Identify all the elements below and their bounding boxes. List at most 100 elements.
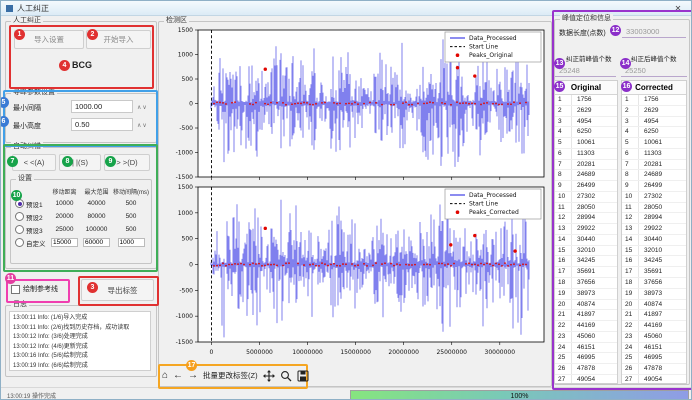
table-row[interactable]: 1735691 [555, 267, 617, 278]
table-row[interactable]: 2546995 [555, 353, 617, 364]
table-row[interactable]: 2749054 [555, 375, 617, 384]
table-row[interactable]: 510061 [622, 138, 686, 149]
table-row[interactable]: 1027302 [555, 192, 617, 203]
table-row[interactable]: 1837656 [622, 278, 686, 289]
table-row[interactable]: 46250 [555, 127, 617, 138]
table-row[interactable]: 611303 [622, 149, 686, 160]
table-row[interactable]: 2141897 [622, 310, 686, 321]
table-row[interactable]: 34954 [622, 117, 686, 128]
table-row[interactable]: 1228994 [555, 213, 617, 224]
signal-chart-bottom[interactable]: -1500-1000-50005001000150005000000100000… [161, 184, 547, 362]
table-row[interactable]: 1735691 [622, 267, 686, 278]
table-row[interactable]: 1532010 [622, 246, 686, 257]
min-height-input[interactable] [71, 118, 133, 131]
table-row[interactable]: 926499 [555, 181, 617, 192]
row-index: 2 [555, 106, 572, 116]
table-row[interactable]: 2244169 [555, 321, 617, 332]
row-value: 45060 [572, 332, 617, 342]
table-row[interactable]: 2749054 [622, 375, 686, 384]
table-row[interactable]: 1938973 [555, 289, 617, 300]
min-interval-input[interactable] [71, 100, 133, 113]
table-row[interactable]: 1329922 [555, 224, 617, 235]
move-left-button[interactable]: < <(A) [12, 154, 56, 171]
table-row[interactable]: 926499 [622, 181, 686, 192]
table-row[interactable]: 2446151 [622, 343, 686, 354]
spin-down-icon[interactable]: ∨ [142, 123, 147, 129]
log-entry: 13:00:12 Info: (3/6)处理完成 [13, 333, 147, 343]
custom-move-input[interactable] [51, 238, 78, 247]
table-row[interactable]: 2345060 [555, 332, 617, 343]
table-row[interactable]: 2040874 [555, 300, 617, 311]
close-icon[interactable]: ✕ [670, 4, 686, 13]
table-row[interactable]: 720281 [555, 160, 617, 171]
table-row[interactable]: 34954 [555, 117, 617, 128]
table-row[interactable]: 1430440 [555, 235, 617, 246]
table-row[interactable]: 720281 [622, 160, 686, 171]
table-row[interactable]: 46250 [622, 127, 686, 138]
table-row[interactable]: 1634245 [555, 256, 617, 267]
table-row[interactable]: 824689 [555, 170, 617, 181]
row-value: 37656 [572, 278, 617, 288]
log-output[interactable]: 13:00:11 Info: (1/6)导入完成13:00:11 Info: (… [9, 311, 151, 371]
signal-chart-top[interactable]: -1500-1000-500050010001500Data_Processed… [161, 25, 547, 183]
save-icon[interactable] [297, 370, 309, 382]
custom-range-input[interactable] [83, 238, 110, 247]
table-row[interactable]: 2345060 [622, 332, 686, 343]
table-row[interactable]: 2141897 [555, 310, 617, 321]
peaks-table-original[interactable]: Original 1175622629349544625051006161130… [554, 80, 618, 384]
table-row[interactable]: 1128050 [555, 203, 617, 214]
row-index: 17 [622, 267, 639, 277]
table-row[interactable]: 2040874 [622, 300, 686, 311]
peaks-table-corrected[interactable]: Corrected 117562262934954462505100616113… [621, 80, 687, 384]
preset-2-radio[interactable] [15, 212, 24, 221]
table-row[interactable]: 611303 [555, 149, 617, 160]
svg-text:25000000: 25000000 [436, 349, 467, 356]
table-row[interactable]: 1634245 [622, 256, 686, 267]
table-row[interactable]: 510061 [555, 138, 617, 149]
checkbox-icon[interactable] [11, 285, 20, 294]
table-row[interactable]: 1837656 [555, 278, 617, 289]
table-row[interactable]: 22629 [555, 106, 617, 117]
reference-line-checkbox[interactable]: 绘制参考线 [11, 284, 58, 294]
table-row[interactable]: 2546995 [622, 353, 686, 364]
custom-radio[interactable] [15, 238, 24, 247]
batch-edit-labels-button[interactable]: 批量更改标签(Z) [203, 370, 258, 381]
table-row[interactable]: 11756 [555, 95, 617, 106]
min-height-spinner[interactable]: ∧∨ [137, 122, 148, 129]
pan-icon[interactable] [263, 370, 275, 382]
table-row[interactable]: 1027302 [622, 192, 686, 203]
table-row[interactable]: 1228994 [622, 213, 686, 224]
row-index: 21 [622, 310, 639, 320]
svg-text:10000000: 10000000 [292, 349, 323, 356]
signal-type-label: BCG [72, 60, 92, 70]
table-row[interactable]: 824689 [622, 170, 686, 181]
table-row[interactable]: 2446151 [555, 343, 617, 354]
home-icon[interactable]: ⌂ [162, 367, 168, 384]
table-row[interactable]: 1430440 [622, 235, 686, 246]
row-index: 6 [555, 149, 572, 159]
min-interval-spinner[interactable]: ∧∨ [137, 104, 148, 111]
table-row[interactable]: 2244169 [622, 321, 686, 332]
table-row[interactable]: 1128050 [622, 203, 686, 214]
custom-interval-input[interactable] [118, 238, 145, 247]
table-row[interactable]: 11756 [622, 95, 686, 106]
table-row[interactable]: 1938973 [622, 289, 686, 300]
progress-label: 100% [351, 391, 688, 400]
table-row[interactable]: 2647878 [555, 364, 617, 375]
back-icon[interactable]: ← [173, 367, 183, 384]
data-length-label: 数据长度(点数) [559, 28, 606, 38]
table-row[interactable]: 1532010 [555, 246, 617, 257]
row-value: 11303 [572, 149, 617, 159]
zoom-icon[interactable] [280, 370, 292, 382]
table-row[interactable]: 1329922 [622, 224, 686, 235]
row-index: 19 [555, 289, 572, 299]
peak-info-title: 峰值定位和信息 [560, 14, 613, 24]
table-row[interactable]: 2647878 [622, 364, 686, 375]
plot-toolbar: ⌂ ← → 批量更改标签(Z) [162, 367, 309, 384]
svg-text:Start Line: Start Line [469, 201, 498, 208]
peaks-after-label: 纠正后峰值个数 [631, 53, 677, 63]
spin-down-icon[interactable]: ∨ [142, 105, 147, 111]
preset-3-radio[interactable] [15, 225, 24, 234]
table-row[interactable]: 22629 [622, 106, 686, 117]
row-value: 30440 [639, 235, 686, 245]
